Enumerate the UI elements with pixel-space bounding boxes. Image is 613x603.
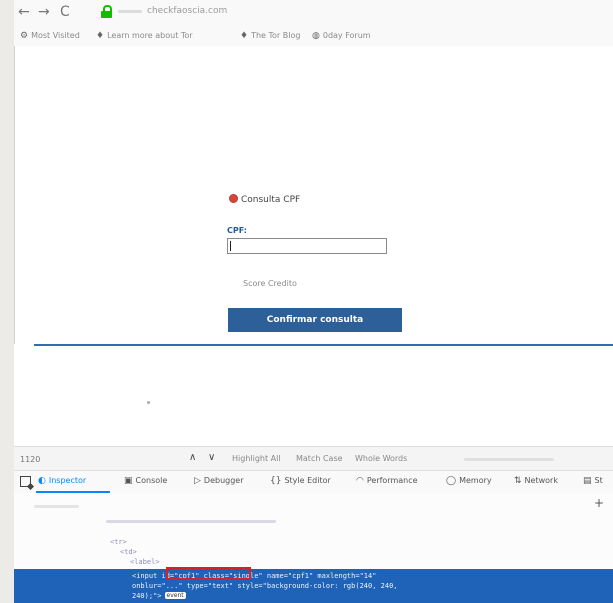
- tab-inspector[interactable]: ◐ Inspector: [38, 476, 86, 486]
- lock-icon: [101, 5, 112, 18]
- tab-storage[interactable]: ▤ St: [583, 476, 603, 486]
- tab-memory[interactable]: ◯ Memory: [446, 476, 492, 486]
- text-cursor: [230, 241, 231, 251]
- tab-debugger[interactable]: ▷ Debugger: [194, 476, 244, 486]
- page-lower-area: [14, 346, 613, 446]
- tab-style-editor[interactable]: {} Style Editor: [270, 476, 331, 486]
- devtools-toolbar: ◐ Inspector ▣ Console ▷ Debugger {} Style Ed…: [14, 470, 613, 494]
- markup-line-label[interactable]: <label>: [130, 558, 160, 566]
- markup-line-td[interactable]: <td>: [120, 548, 137, 556]
- gear-icon: ⚙: [20, 31, 29, 41]
- onion-icon: ♦: [240, 31, 249, 41]
- browser-window: ← → C checkfaoscia.com ⚙ Most Visited ♦ Le…: [14, 0, 613, 603]
- storage-icon: ▤: [583, 476, 592, 486]
- inspector-icon: ◐: [38, 476, 46, 486]
- performance-icon: ◠: [356, 476, 364, 486]
- find-previous-button[interactable]: ∧: [189, 452, 196, 463]
- event-badge[interactable]: event: [164, 592, 186, 599]
- bookmark-0day-forum[interactable]: ◍ 0day Forum: [312, 31, 371, 41]
- debugger-icon: ▷: [194, 476, 201, 486]
- inspector-search-blurred: [34, 505, 79, 508]
- cpf-label: CPF:: [227, 226, 247, 235]
- add-node-button[interactable]: +: [594, 496, 604, 510]
- find-bar: ∧ ∨ Highlight All Match Case Whole Words: [14, 446, 613, 471]
- highlight-all-toggle[interactable]: Highlight All: [232, 454, 281, 463]
- reload-button[interactable]: C: [60, 4, 70, 20]
- find-input[interactable]: [14, 451, 164, 467]
- smudge-mark: [147, 401, 150, 404]
- whole-words-toggle[interactable]: Whole Words: [355, 454, 407, 463]
- radio-icon: [229, 194, 238, 203]
- console-icon: ▣: [124, 476, 133, 486]
- confirm-consulta-button[interactable]: Confirmar consulta: [228, 308, 402, 332]
- blurred-markup-line: [106, 520, 276, 523]
- bookmark-most-visited[interactable]: ⚙ Most Visited: [20, 31, 80, 41]
- network-icon: ⇅: [514, 476, 522, 486]
- back-button[interactable]: ←: [18, 4, 30, 20]
- onion-icon: ♦: [96, 31, 105, 41]
- style-editor-icon: {}: [270, 476, 282, 486]
- consulta-heading: Consulta CPF: [229, 194, 300, 205]
- match-case-toggle[interactable]: Match Case: [296, 454, 343, 463]
- selected-node-line-3: 240);"> event: [132, 592, 186, 600]
- url-bar: ← → C checkfaoscia.com: [14, 0, 613, 24]
- bookmark-learn-more-tor[interactable]: ♦ Learn more about Tor: [96, 31, 193, 41]
- selected-node-line-2: onblur="..." type="text" style="backgrou…: [132, 582, 398, 590]
- forward-button[interactable]: →: [38, 4, 50, 20]
- globe-icon: ◍: [312, 31, 320, 41]
- address-field[interactable]: checkfaoscia.com: [147, 6, 227, 16]
- page-content: Consulta CPF CPF: Score Credito Confirma…: [14, 46, 613, 344]
- markup-line-tr[interactable]: <tr>: [110, 538, 127, 546]
- annotation-red-box: [166, 567, 251, 580]
- inspector-panel: + <tr> <td> <label> <input id="cpf1" cla…: [14, 493, 613, 603]
- find-next-button[interactable]: ∨: [208, 452, 215, 463]
- url-blurred-segment: [118, 10, 142, 13]
- bookmark-tor-blog[interactable]: ♦ The Tor Blog: [240, 31, 300, 41]
- tab-performance[interactable]: ◠ Performance: [356, 476, 418, 486]
- score-credito-text: Score Credito: [243, 279, 297, 288]
- memory-icon: ◯: [446, 476, 457, 486]
- tab-network[interactable]: ⇅ Network: [514, 476, 558, 486]
- selected-node-highlight[interactable]: <input id="cpf1" class="single" name="cp…: [14, 569, 613, 603]
- cpf-input[interactable]: [227, 238, 387, 254]
- find-status-blurred: [464, 458, 554, 461]
- photo-margin: [0, 0, 14, 603]
- bookmarks-toolbar: ⚙ Most Visited ♦ Learn more about Tor ♦ The…: [14, 24, 613, 46]
- tab-console[interactable]: ▣ Console: [124, 476, 167, 486]
- element-picker-icon[interactable]: [20, 476, 31, 487]
